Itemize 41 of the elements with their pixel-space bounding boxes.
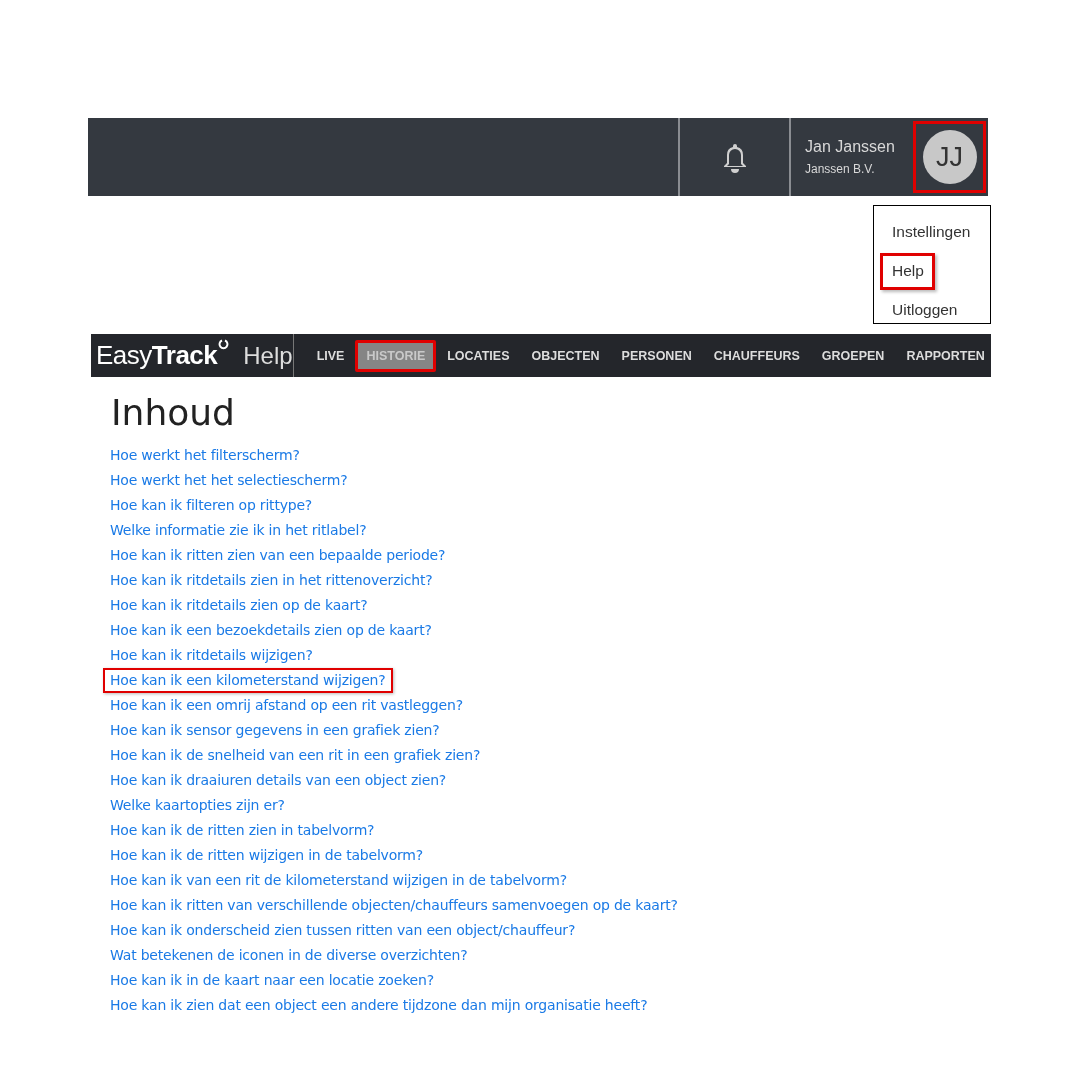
help-link[interactable]: Wat betekenen de iconen in de diverse overzichten? xyxy=(103,943,475,968)
help-link[interactable]: Hoe werkt het filterscherm? xyxy=(103,443,307,468)
nav-tab[interactable]: RAPPORTEN xyxy=(895,339,996,372)
help-link[interactable]: Hoe kan ik ritten zien van een bepaalde periode? xyxy=(103,543,453,568)
help-link[interactable]: Hoe kan ik onderscheid zien tussen ritten van een object/chauffeur? xyxy=(103,918,583,943)
help-link[interactable]: Hoe kan ik ritdetails zien op de kaart? xyxy=(103,593,375,618)
help-link[interactable]: Hoe kan ik ritdetails wijzigen? xyxy=(103,643,320,668)
logo-text: EasyTrack xyxy=(96,340,218,371)
help-link[interactable]: Hoe kan ik de ritten zien in tabelvorm? xyxy=(103,818,382,843)
help-link[interactable]: Hoe kan ik een bezoekdetails zien op de kaart? xyxy=(103,618,439,643)
nav-tab[interactable]: GROEPEN xyxy=(810,339,896,372)
help-link[interactable]: Hoe kan ik een kilometerstand wijzigen? xyxy=(103,668,393,693)
user-name: Jan Janssen xyxy=(805,138,896,156)
help-link[interactable]: Hoe kan ik van een rit de kilometerstand wijzigen in de tabelvorm? xyxy=(103,868,574,893)
help-link[interactable]: Hoe kan ik filteren op rittype? xyxy=(103,493,320,518)
help-link[interactable]: Welke informatie zie ik in het ritlabel? xyxy=(103,518,374,543)
menu-item[interactable]: Uitloggen xyxy=(880,292,969,329)
help-link[interactable]: Welke kaartopties zijn er? xyxy=(103,793,292,818)
help-link[interactable]: Hoe kan ik de snelheid van een rit in een grafiek zien? xyxy=(103,743,488,768)
nav-tab[interactable]: HISTORIE xyxy=(355,339,437,372)
logo-mark-icon xyxy=(218,339,230,350)
nav-tab[interactable]: CHAUFFEURS xyxy=(702,339,811,372)
nav-tab[interactable]: LIVE xyxy=(305,339,356,372)
nav-tab[interactable]: PERSONEN xyxy=(610,339,703,372)
nav-tab[interactable]: OBJECTEN xyxy=(520,339,611,372)
help-link[interactable]: Hoe kan ik ritten van verschillende objecten/chauffeurs samenvoegen op de kaart? xyxy=(103,893,685,918)
company-name: Janssen B.V. xyxy=(805,162,876,176)
nav-tab[interactable]: LOCATIES xyxy=(436,339,521,372)
user-avatar[interactable]: JJ xyxy=(922,130,977,184)
help-link[interactable]: Hoe kan ik in de kaart naar een locatie zoeken? xyxy=(103,968,441,993)
help-link[interactable]: Hoe kan ik ritdetails zien in het rittenoverzicht? xyxy=(103,568,440,593)
help-link[interactable]: Hoe kan ik sensor gegevens in een grafiek zien? xyxy=(103,718,447,743)
help-link[interactable]: Hoe kan ik zien dat een object een andere tijdzone dan mijn organisatie heeft? xyxy=(103,993,655,1018)
menu-item[interactable]: Instellingen xyxy=(880,214,982,251)
section-title: Help xyxy=(243,341,293,370)
contents-heading: Inhoud xyxy=(111,391,236,435)
help-link[interactable]: Hoe kan ik een omrij afstand op een rit vastleggen? xyxy=(103,693,470,718)
help-link[interactable]: Hoe werkt het het selectiescherm? xyxy=(103,468,355,493)
help-link[interactable]: Hoe kan ik draaiuren details van een object zien? xyxy=(103,768,454,793)
help-link[interactable]: Hoe kan ik de ritten wijzigen in de tabelvorm? xyxy=(103,843,431,868)
menu-item[interactable]: Help xyxy=(880,253,935,290)
